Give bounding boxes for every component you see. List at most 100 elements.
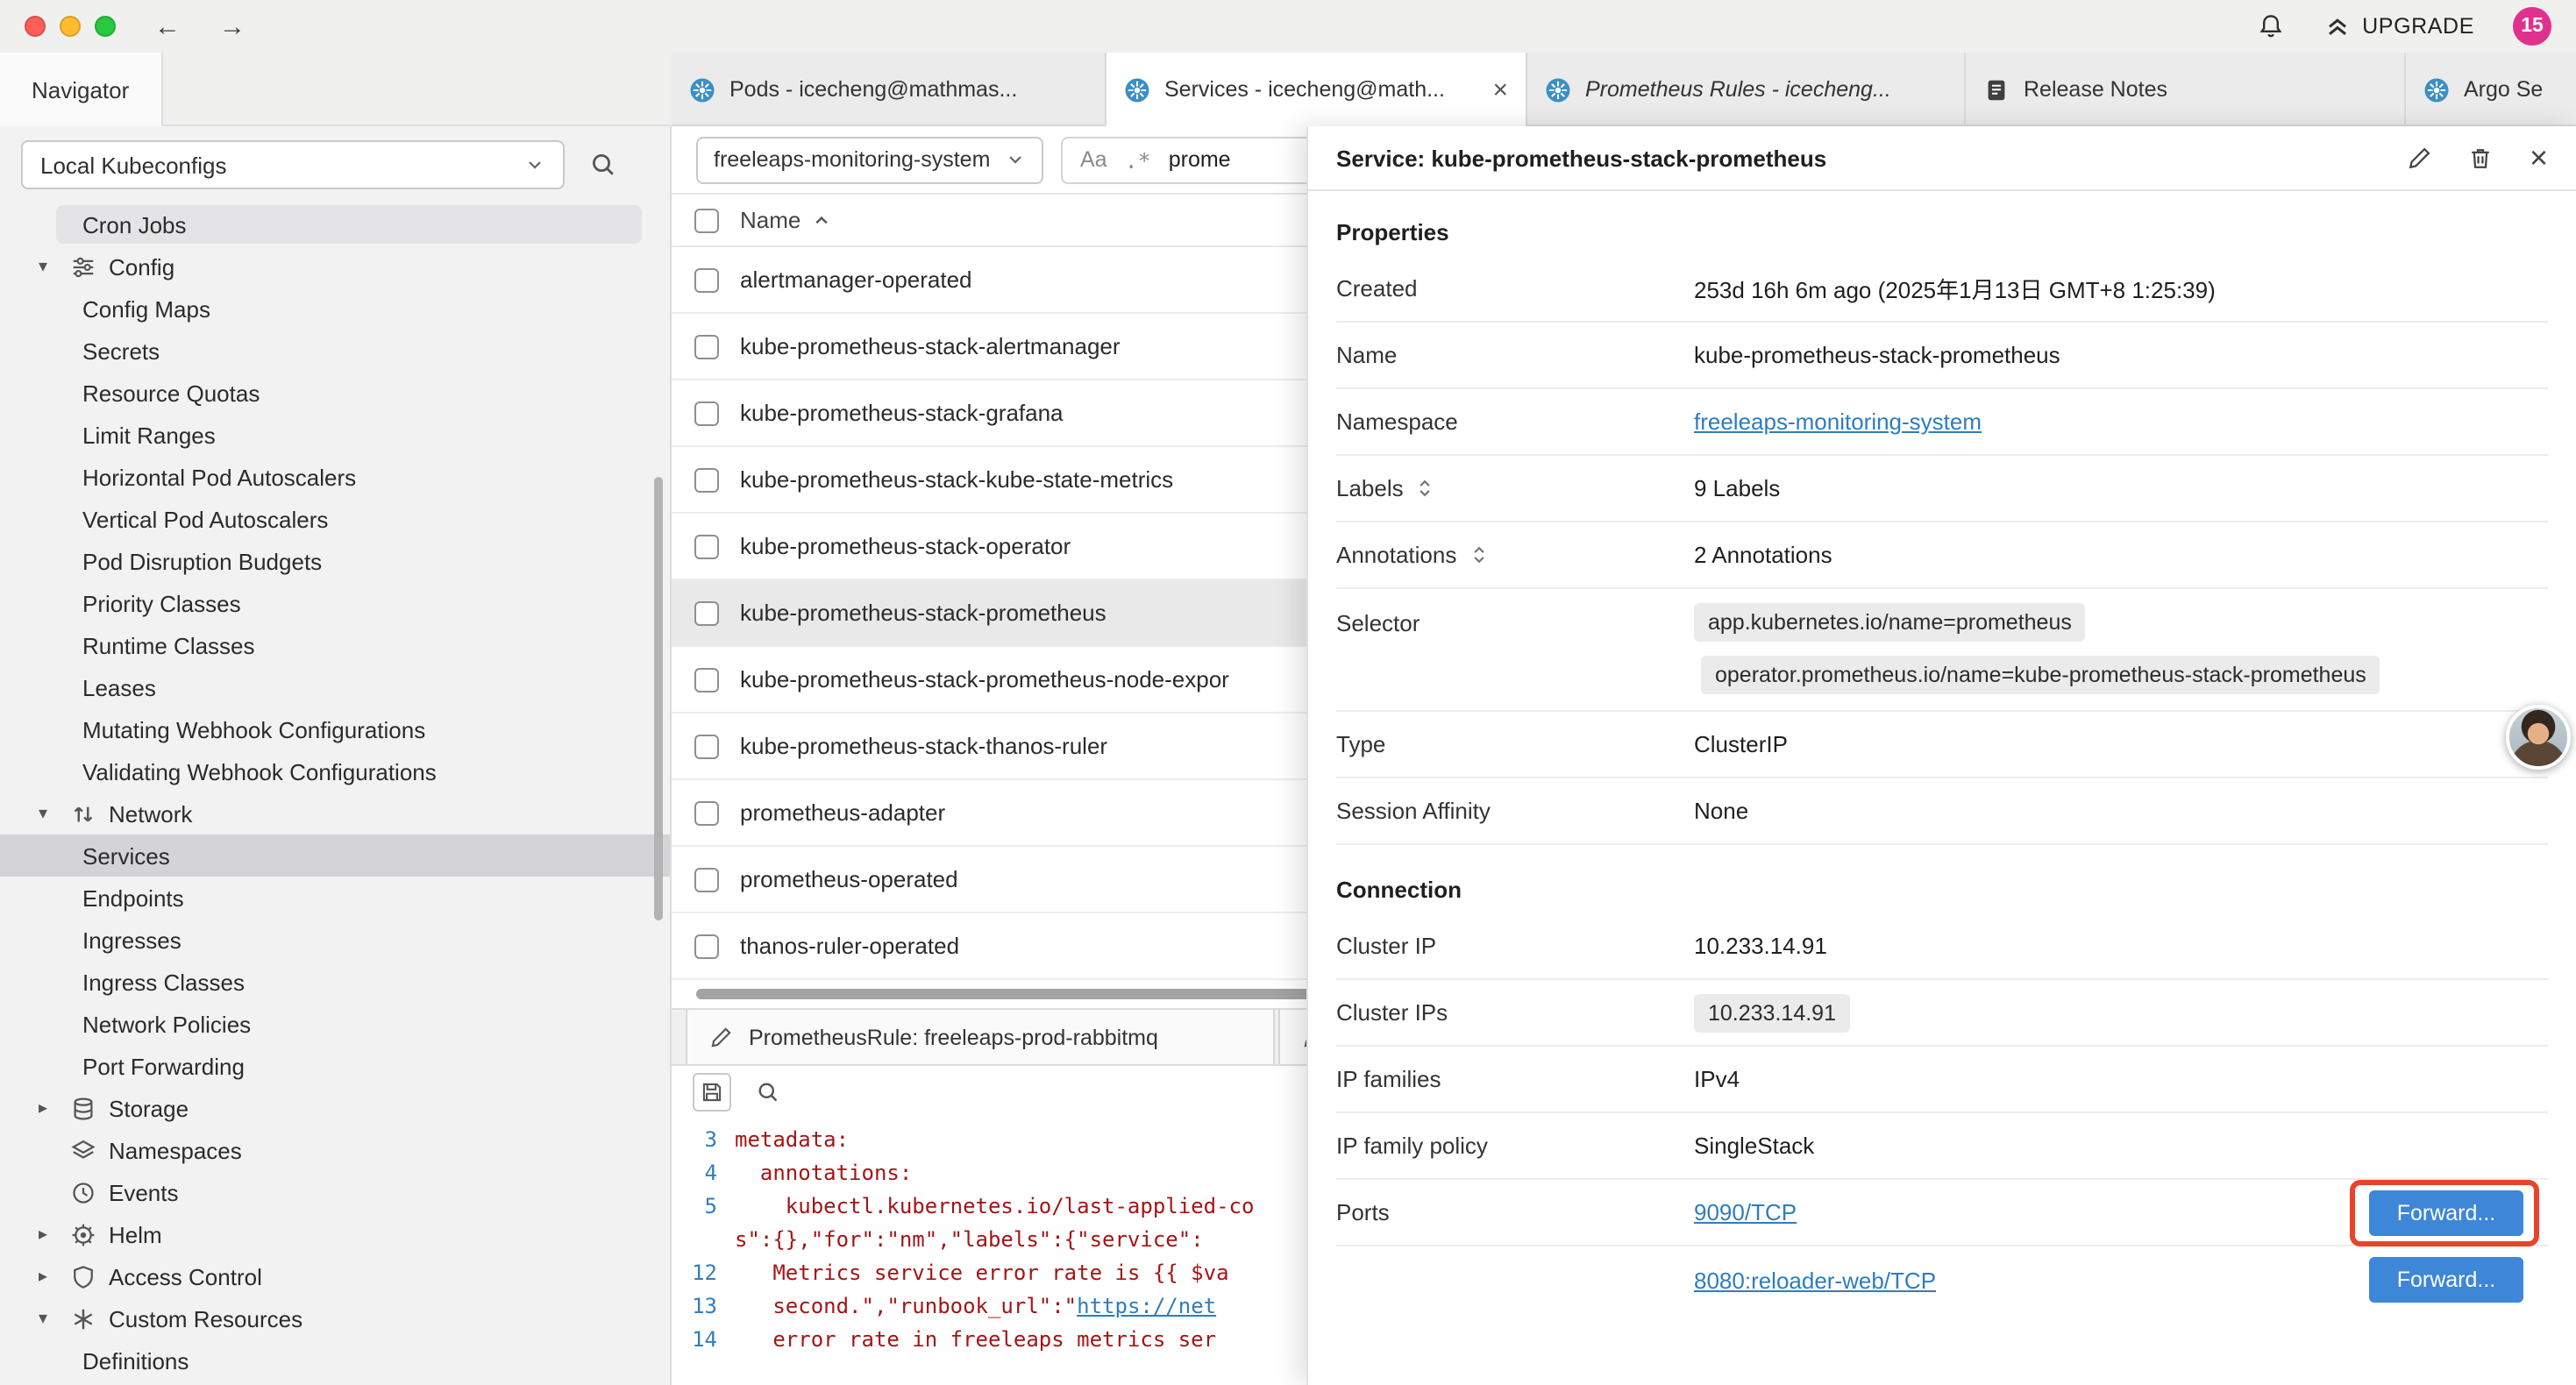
edit-button[interactable] [2407, 145, 2433, 171]
sidebar-item-network[interactable]: ▾ Network [0, 792, 670, 835]
tab-release-notes[interactable]: Release Notes [1966, 53, 2406, 126]
sidebar-item-secrets[interactable]: Secrets [0, 330, 670, 372]
sidebar-item-vertical-pod-autoscalers[interactable]: Vertical Pod Autoscalers [0, 498, 670, 540]
user-avatar[interactable] [2506, 705, 2571, 770]
bell-icon[interactable] [2257, 12, 2285, 40]
created-value: 253d 16h 6m ago (2025年1月13日 GMT+8 1:25:3… [1694, 272, 2216, 305]
tab-services[interactable]: Services - icecheng@math... × [1107, 53, 1527, 126]
row-checkbox[interactable] [694, 401, 719, 425]
close-details-button[interactable]: × [2530, 142, 2548, 174]
namespace-label: Namespace [1336, 408, 1694, 435]
row-checkbox[interactable] [694, 667, 719, 692]
property-row-session-affinity: Session Affinity None [1336, 778, 2548, 845]
zoom-window-button[interactable] [95, 16, 116, 37]
sidebar-item-definitions[interactable]: Definitions [0, 1339, 670, 1381]
namespace-link[interactable]: freeleaps-monitoring-system [1694, 408, 1982, 435]
tab-prometheus-rules[interactable]: Prometheus Rules - icecheng... [1527, 53, 1966, 126]
unfold-toggle-icon[interactable] [1467, 543, 1490, 566]
match-case-toggle[interactable]: Aa [1080, 147, 1107, 172]
editor-search-icon[interactable] [756, 1080, 780, 1104]
row-checkbox[interactable] [694, 867, 719, 891]
row-checkbox[interactable] [694, 800, 719, 825]
editor-tab-prometheusrule[interactable]: PrometheusRule: freeleaps-prod-rabbitmq [686, 1010, 1275, 1064]
sidebar-item-namespaces[interactable]: Namespaces [0, 1129, 670, 1171]
search-icon[interactable] [589, 151, 617, 179]
navigator-tab[interactable]: Navigator [0, 53, 162, 126]
sidebar-item-network-policies[interactable]: Network Policies [0, 1003, 670, 1045]
sidebar-item-priority-classes[interactable]: Priority Classes [0, 582, 670, 624]
chevron-down-icon[interactable]: ▾ [39, 1309, 58, 1328]
sidebar-item-endpoints[interactable]: Endpoints [0, 877, 670, 919]
close-window-button[interactable] [25, 16, 46, 37]
save-icon [700, 1080, 724, 1104]
upgrade-label: UPGRADE [2362, 14, 2474, 39]
delete-button[interactable] [2468, 145, 2494, 171]
sidebar-item-pod-disruption-budgets[interactable]: Pod Disruption Budgets [0, 540, 670, 582]
config-icon [70, 253, 96, 280]
sidebar-item-events[interactable]: Events [0, 1171, 670, 1213]
sidebar-item-access-control[interactable]: ▸ Access Control [0, 1255, 670, 1297]
session-affinity-value: None [1694, 798, 1748, 824]
sidebar-item-validating-webhook-configurations[interactable]: Validating Webhook Configurations [0, 750, 670, 792]
sidebar-item-helm[interactable]: ▸ Helm [0, 1213, 670, 1255]
sidebar-item-config-maps[interactable]: Config Maps [0, 288, 670, 330]
tab-argo[interactable]: Argo Se [2406, 53, 2576, 126]
sidebar-item-leases[interactable]: Leases [0, 666, 670, 708]
property-row-type: Type ClusterIP [1336, 712, 2548, 778]
storage-icon [70, 1095, 96, 1121]
kubeconfig-selector[interactable]: Local Kubeconfigs [21, 140, 565, 189]
kubernetes-icon [2423, 76, 2450, 103]
row-checkbox[interactable] [694, 600, 719, 625]
forward-arrow-icon[interactable]: → [219, 11, 246, 41]
sidebar-item-custom-resources[interactable]: ▾ Custom Resources [0, 1297, 670, 1339]
sidebar-item-resource-quotas[interactable]: Resource Quotas [0, 372, 670, 414]
row-checkbox[interactable] [694, 734, 719, 758]
chevron-right-icon[interactable]: ▸ [39, 1225, 58, 1244]
sidebar-item-runtime-classes[interactable]: Runtime Classes [0, 624, 670, 666]
upgrade-button[interactable]: UPGRADE [2323, 12, 2474, 40]
connection-heading: Connection [1336, 877, 2548, 903]
sidebar-item-port-forwarding[interactable]: Port Forwarding [0, 1045, 670, 1087]
chevron-right-icon[interactable]: ▸ [39, 1267, 58, 1286]
row-checkbox[interactable] [694, 934, 719, 958]
forward-button-8080[interactable]: Forward... [2369, 1257, 2523, 1303]
sidebar-item-config[interactable]: ▾ Config [0, 245, 670, 288]
sidebar-item-horizontal-pod-autoscalers[interactable]: Horizontal Pod Autoscalers [0, 456, 670, 498]
kubeconfig-row: Local Kubeconfigs [0, 126, 670, 203]
regex-toggle[interactable]: .* [1125, 146, 1151, 173]
sidebar-item-ingresses[interactable]: Ingresses [0, 919, 670, 961]
unfold-toggle-icon[interactable] [1414, 477, 1437, 500]
row-checkbox[interactable] [694, 334, 719, 359]
notification-badge[interactable]: 15 [2513, 7, 2551, 46]
back-arrow-icon[interactable]: ← [154, 11, 181, 41]
sidebar-item-ingress-classes[interactable]: Ingress Classes [0, 961, 670, 1003]
sidebar: Local Kubeconfigs Cron Jobs ▾ Config Con… [0, 126, 672, 1385]
port-link-8080[interactable]: 8080:reloader-web/TCP [1694, 1267, 1936, 1293]
chevron-down-icon[interactable]: ▾ [39, 804, 58, 823]
close-icon[interactable]: × [1492, 76, 1508, 103]
content-area: Local Kubeconfigs Cron Jobs ▾ Config Con… [0, 126, 2576, 1385]
helm-icon [70, 1221, 96, 1247]
row-checkbox[interactable] [694, 467, 719, 492]
chevron-right-icon[interactable]: ▸ [39, 1098, 58, 1118]
row-checkbox[interactable] [694, 267, 719, 292]
selector-badge: operator.prometheus.io/name=kube-prometh… [1701, 656, 2380, 694]
kubernetes-icon [1124, 76, 1150, 103]
row-checkbox[interactable] [694, 534, 719, 558]
minimize-window-button[interactable] [60, 16, 81, 37]
column-header-name[interactable]: Name [740, 207, 832, 233]
namespace-filter-dropdown[interactable]: freeleaps-monitoring-system [696, 136, 1043, 183]
sidebar-item-storage[interactable]: ▸ Storage [0, 1087, 670, 1129]
sidebar-scrollbar[interactable] [654, 477, 663, 920]
sidebar-item-limit-ranges[interactable]: Limit Ranges [0, 414, 670, 456]
runbook-url-link[interactable]: https://net [1077, 1294, 1216, 1318]
sidebar-item-cron-jobs[interactable]: Cron Jobs [0, 203, 670, 245]
forward-button-9090[interactable]: Forward... [2369, 1190, 2523, 1235]
port-link-9090[interactable]: 9090/TCP [1694, 1199, 1797, 1225]
select-all-checkbox[interactable] [694, 208, 719, 232]
chevron-down-icon[interactable]: ▾ [39, 257, 58, 276]
sidebar-item-mutating-webhook-configurations[interactable]: Mutating Webhook Configurations [0, 708, 670, 750]
sidebar-item-services[interactable]: Services [0, 835, 670, 877]
save-button[interactable] [693, 1073, 731, 1112]
tab-pods[interactable]: Pods - icecheng@mathmas... [672, 53, 1107, 126]
